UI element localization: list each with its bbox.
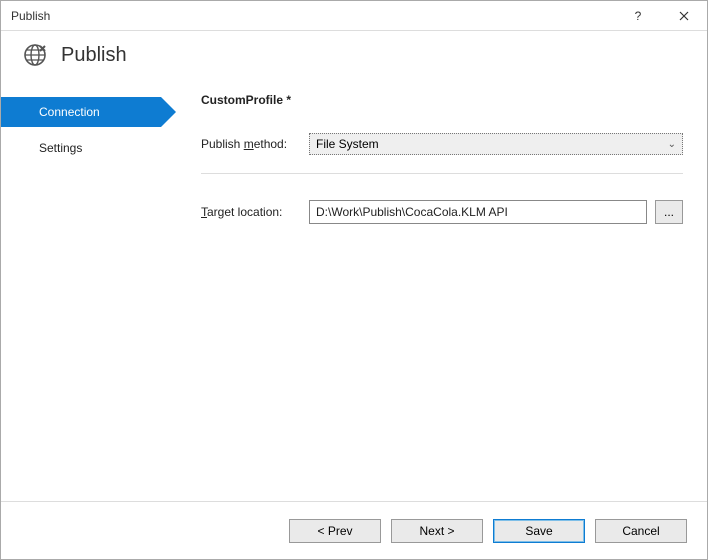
save-label: Save bbox=[525, 524, 552, 538]
page-title: Publish bbox=[61, 44, 127, 67]
sidebar-item-label: Connection bbox=[39, 105, 100, 119]
cancel-button[interactable]: Cancel bbox=[595, 519, 687, 543]
save-button[interactable]: Save bbox=[493, 519, 585, 543]
prev-label: < Prev bbox=[317, 524, 352, 538]
prev-button[interactable]: < Prev bbox=[289, 519, 381, 543]
chevron-down-icon: ⌄ bbox=[668, 139, 676, 150]
page-header: Publish bbox=[1, 31, 707, 83]
target-location-row: Target location: D:\Work\Publish\CocaCol… bbox=[201, 200, 683, 224]
target-location-value: D:\Work\Publish\CocaCola.KLM API bbox=[316, 205, 508, 219]
cancel-label: Cancel bbox=[622, 524, 659, 538]
globe-icon bbox=[23, 43, 47, 67]
footer: < Prev Next > Save Cancel bbox=[1, 501, 707, 559]
content-pane: CustomProfile * Publish method: File Sys… bbox=[181, 93, 683, 501]
close-icon bbox=[679, 11, 689, 21]
sidebar-item-label: Settings bbox=[39, 141, 82, 155]
target-location-input[interactable]: D:\Work\Publish\CocaCola.KLM API bbox=[309, 200, 647, 224]
browse-label: ... bbox=[664, 205, 674, 219]
divider bbox=[201, 173, 683, 174]
dialog-body: Connection Settings CustomProfile * Publ… bbox=[1, 83, 707, 501]
window-title: Publish bbox=[11, 9, 615, 23]
sidebar: Connection Settings bbox=[1, 93, 181, 501]
browse-button[interactable]: ... bbox=[655, 200, 683, 224]
sidebar-item-settings[interactable]: Settings bbox=[1, 133, 181, 163]
help-icon: ? bbox=[635, 9, 642, 23]
publish-method-value: File System bbox=[316, 137, 379, 151]
publish-method-row: Publish method: File System ⌄ bbox=[201, 133, 683, 155]
help-button[interactable]: ? bbox=[615, 1, 661, 31]
next-button[interactable]: Next > bbox=[391, 519, 483, 543]
sidebar-item-connection[interactable]: Connection bbox=[1, 97, 161, 127]
profile-title: CustomProfile * bbox=[201, 93, 683, 107]
next-label: Next > bbox=[419, 524, 454, 538]
close-button[interactable] bbox=[661, 1, 707, 31]
target-location-label: Target location: bbox=[201, 205, 309, 219]
publish-method-select[interactable]: File System ⌄ bbox=[309, 133, 683, 155]
publish-method-label: Publish method: bbox=[201, 137, 309, 151]
titlebar: Publish ? bbox=[1, 1, 707, 31]
